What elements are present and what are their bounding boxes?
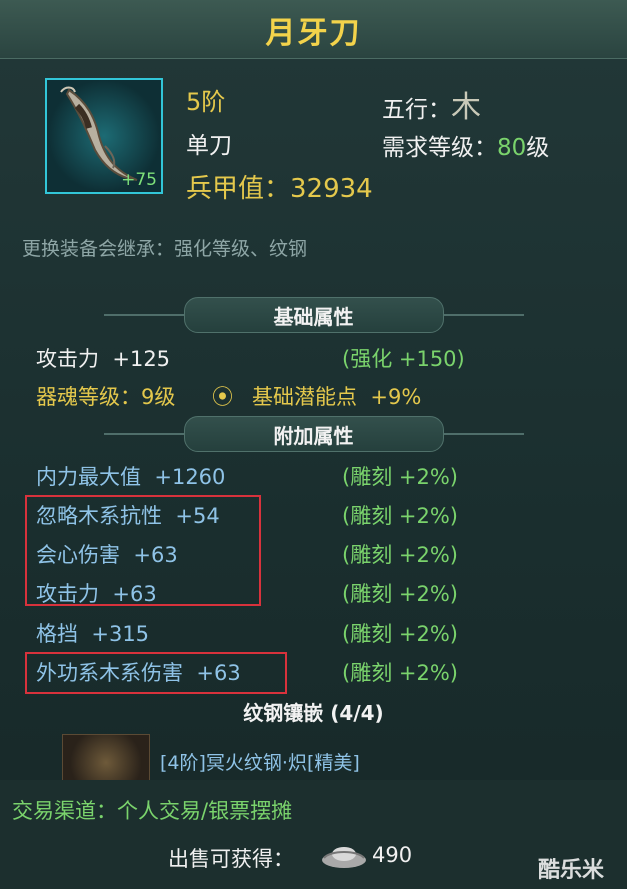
extra-row-label: 格挡 +315 <box>36 618 149 648</box>
extra-row-bonus: (雕刻 +2%) <box>342 582 458 606</box>
attack-value: +125 <box>112 347 171 371</box>
req-unit: 级 <box>526 135 550 161</box>
armor-label: 兵甲值： <box>186 174 291 204</box>
soul-value: 9级 <box>141 385 176 409</box>
soul-row: 器魂等级：9级 <box>36 381 175 411</box>
highlight-box <box>25 495 261 606</box>
item-tier: 5阶 <box>186 88 226 116</box>
requirement-row: 需求等级：80级 <box>382 128 549 162</box>
element-row: 五行：木 <box>382 82 481 126</box>
extra-row-bonus: (雕刻 +2%) <box>342 661 458 685</box>
steel-gem-icon[interactable] <box>62 734 150 782</box>
soul-label: 器魂等级： <box>36 385 141 409</box>
attack-label: 攻击力 <box>36 347 99 371</box>
watermark: 酷乐米 <box>538 858 605 883</box>
extra-row-bonus: (雕刻 +2%) <box>342 465 458 489</box>
element-glyph: 木 <box>451 90 481 125</box>
weapon-icon[interactable]: +75 <box>45 78 163 194</box>
extra-row-label: 内力最大值 +1260 <box>36 461 225 491</box>
extra-row-bonus: (雕刻 +2%) <box>342 543 458 567</box>
item-tooltip-panel: 月牙刀 +75 5阶 单刀 兵甲值：32934 五行：木 需求等级：80级 更换… <box>0 0 627 889</box>
element-label: 五行： <box>382 97 451 123</box>
armor-value: 32934 <box>290 174 373 204</box>
steel-header: 纹钢镶嵌 (4/4) <box>243 701 384 725</box>
basic-header: 基础属性 <box>273 305 354 329</box>
item-name: 月牙刀 <box>265 16 362 51</box>
sell-label: 出售可获得： <box>168 847 294 871</box>
target-icon: ⦿ <box>212 385 233 409</box>
attack-bonus: (强化 +150) <box>342 347 465 371</box>
potential-value: +9% <box>370 385 422 409</box>
extra-header: 附加属性 <box>273 424 354 448</box>
trade-channel: 交易渠道：个人交易/银票摆摊 <box>12 799 293 823</box>
highlight-box <box>25 652 287 694</box>
extra-row-bonus: (雕刻 +2%) <box>342 622 458 646</box>
extra-row-bonus: (雕刻 +2%) <box>342 504 458 528</box>
sell-value: 490 <box>372 843 413 867</box>
req-value: 80 <box>497 135 527 161</box>
req-label: 需求等级： <box>382 135 497 161</box>
potential-label: 基础潜能点 <box>252 385 357 409</box>
stat-value: +1260 <box>154 465 226 489</box>
steel-item[interactable]: [4阶]冥火纹钢·炽[精美] <box>160 748 360 775</box>
inherit-note: 更换装备会继承：强化等级、纹钢 <box>22 238 308 260</box>
armor-row: 兵甲值：32934 <box>186 168 373 205</box>
enhance-level: +75 <box>121 170 157 190</box>
stat-name: 格挡 <box>36 622 78 646</box>
potential-row: 基础潜能点 +9% <box>252 381 421 411</box>
stat-value: +315 <box>91 622 150 646</box>
attack-row: 攻击力 +125 <box>36 343 170 373</box>
item-type: 单刀 <box>186 133 232 159</box>
silver-ingot-icon <box>322 847 366 868</box>
stat-name: 内力最大值 <box>36 465 141 489</box>
